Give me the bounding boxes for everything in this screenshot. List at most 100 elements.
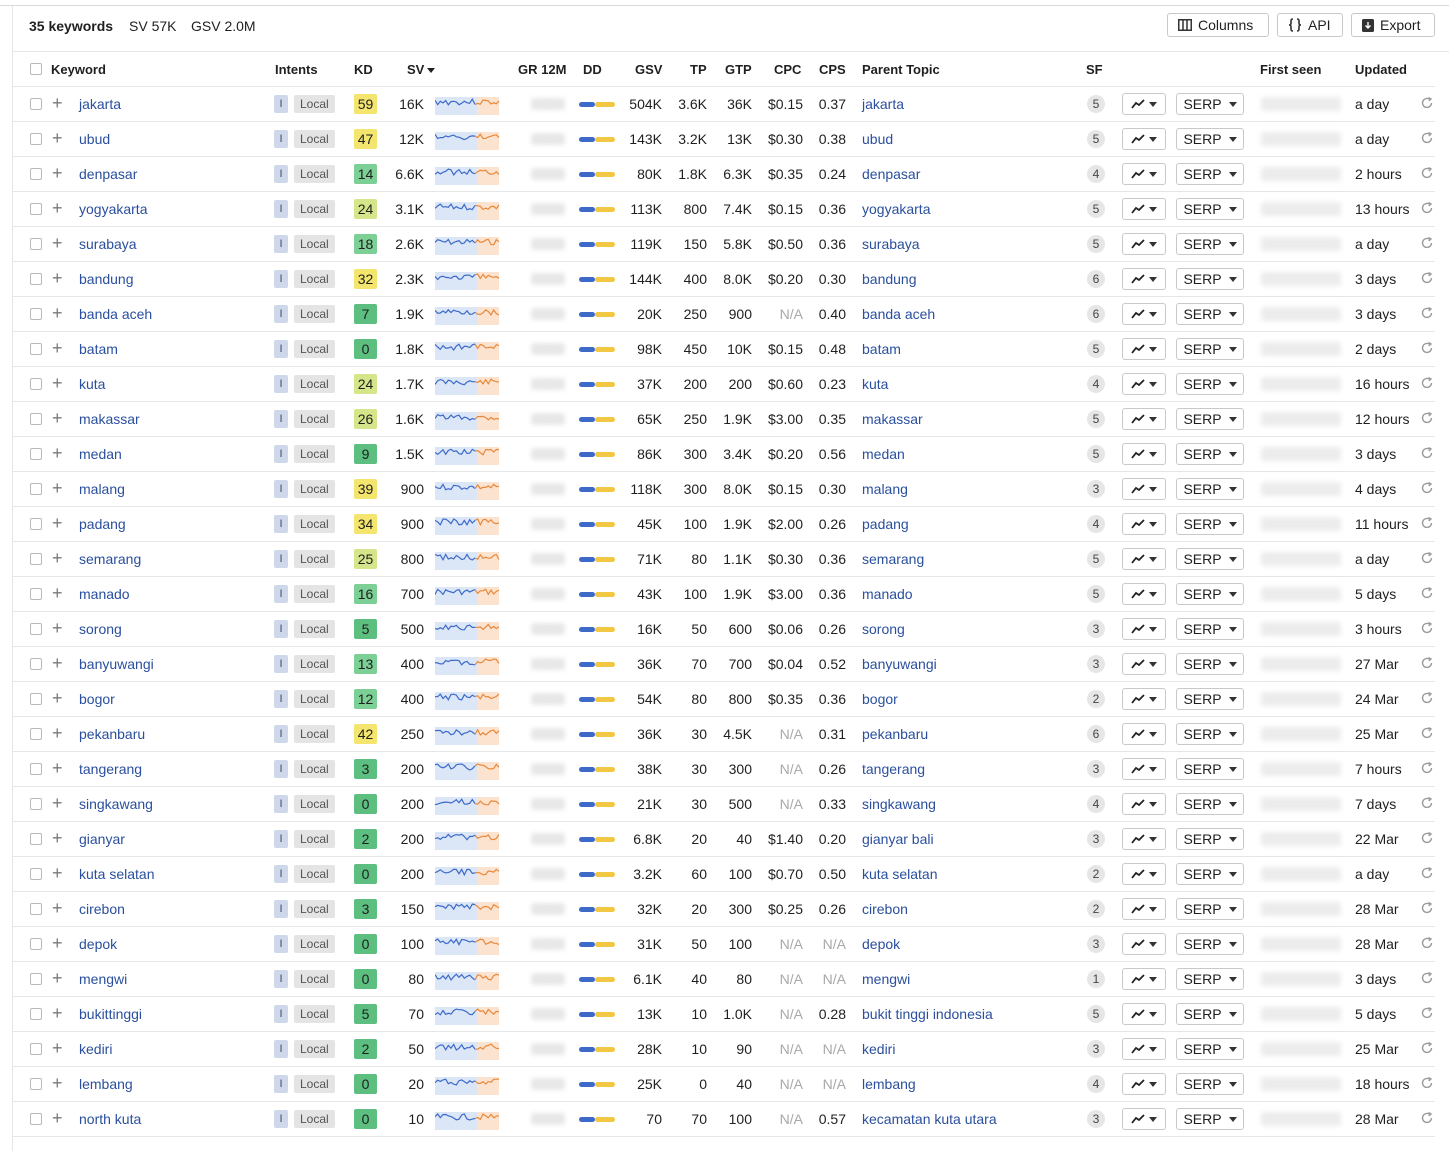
serp-dropdown-button[interactable]: SERP — [1176, 408, 1244, 430]
keyword-link[interactable]: bandung — [79, 271, 134, 287]
serp-features-count[interactable]: 5 — [1087, 550, 1105, 568]
add-to-list-icon[interactable]: + — [52, 617, 63, 639]
trend-dropdown-button[interactable] — [1122, 303, 1166, 325]
trend-dropdown-button[interactable] — [1122, 93, 1166, 115]
serp-features-count[interactable]: 3 — [1087, 935, 1105, 953]
trend-dropdown-button[interactable] — [1122, 233, 1166, 255]
trend-dropdown-button[interactable] — [1122, 828, 1166, 850]
row-checkbox[interactable] — [30, 588, 42, 600]
row-checkbox[interactable] — [30, 168, 42, 180]
serp-dropdown-button[interactable]: SERP — [1176, 128, 1244, 150]
row-checkbox[interactable] — [30, 728, 42, 740]
refresh-icon[interactable] — [1420, 131, 1434, 145]
serp-dropdown-button[interactable]: SERP — [1176, 1038, 1244, 1060]
serp-dropdown-button[interactable]: SERP — [1176, 1003, 1244, 1025]
serp-features-count[interactable]: 5 — [1087, 445, 1105, 463]
serp-dropdown-button[interactable]: SERP — [1176, 1073, 1244, 1095]
serp-features-count[interactable]: 3 — [1087, 480, 1105, 498]
row-checkbox[interactable] — [30, 973, 42, 985]
row-checkbox[interactable] — [30, 378, 42, 390]
serp-dropdown-button[interactable]: SERP — [1176, 758, 1244, 780]
parent-topic-link[interactable]: medan — [862, 446, 905, 462]
parent-topic-link[interactable]: tangerang — [862, 761, 925, 777]
api-button[interactable]: API — [1277, 13, 1343, 37]
refresh-icon[interactable] — [1420, 761, 1434, 775]
keyword-link[interactable]: cirebon — [79, 901, 125, 917]
add-to-list-icon[interactable]: + — [52, 932, 63, 954]
trend-dropdown-button[interactable] — [1122, 1003, 1166, 1025]
refresh-icon[interactable] — [1420, 271, 1434, 285]
row-checkbox[interactable] — [30, 238, 42, 250]
trend-dropdown-button[interactable] — [1122, 793, 1166, 815]
serp-features-count[interactable]: 4 — [1087, 165, 1105, 183]
trend-dropdown-button[interactable] — [1122, 583, 1166, 605]
col-first-seen[interactable]: First seen — [1260, 62, 1321, 77]
trend-dropdown-button[interactable] — [1122, 898, 1166, 920]
parent-topic-link[interactable]: cirebon — [862, 901, 908, 917]
trend-dropdown-button[interactable] — [1122, 1108, 1166, 1130]
col-cps[interactable]: CPS — [819, 62, 846, 77]
add-to-list-icon[interactable]: + — [52, 862, 63, 884]
serp-features-count[interactable]: 3 — [1087, 1040, 1105, 1058]
trend-dropdown-button[interactable] — [1122, 723, 1166, 745]
row-checkbox[interactable] — [30, 798, 42, 810]
parent-topic-link[interactable]: malang — [862, 481, 908, 497]
keyword-link[interactable]: medan — [79, 446, 122, 462]
serp-features-count[interactable]: 6 — [1087, 725, 1105, 743]
col-tp[interactable]: TP — [690, 62, 707, 77]
serp-features-count[interactable]: 2 — [1087, 690, 1105, 708]
refresh-icon[interactable] — [1420, 551, 1434, 565]
row-checkbox[interactable] — [30, 1078, 42, 1090]
refresh-icon[interactable] — [1420, 936, 1434, 950]
row-checkbox[interactable] — [30, 868, 42, 880]
trend-dropdown-button[interactable] — [1122, 198, 1166, 220]
serp-dropdown-button[interactable]: SERP — [1176, 548, 1244, 570]
col-gr[interactable]: GR 12M — [518, 62, 566, 77]
parent-topic-link[interactable]: padang — [862, 516, 909, 532]
col-gtp[interactable]: GTP — [725, 62, 752, 77]
trend-dropdown-button[interactable] — [1122, 268, 1166, 290]
parent-topic-link[interactable]: manado — [862, 586, 913, 602]
refresh-icon[interactable] — [1420, 96, 1434, 110]
keyword-link[interactable]: jakarta — [79, 96, 121, 112]
serp-features-count[interactable]: 3 — [1087, 760, 1105, 778]
keyword-link[interactable]: lembang — [79, 1076, 133, 1092]
keyword-link[interactable]: manado — [79, 586, 130, 602]
parent-topic-link[interactable]: pekanbaru — [862, 726, 928, 742]
parent-topic-link[interactable]: kuta — [862, 376, 888, 392]
col-cpc[interactable]: CPC — [774, 62, 801, 77]
parent-topic-link[interactable]: jakarta — [862, 96, 904, 112]
parent-topic-link[interactable]: lembang — [862, 1076, 916, 1092]
parent-topic-link[interactable]: kediri — [862, 1041, 895, 1057]
add-to-list-icon[interactable]: + — [52, 652, 63, 674]
col-sv[interactable]: SV — [407, 62, 436, 77]
row-checkbox[interactable] — [30, 903, 42, 915]
add-to-list-icon[interactable]: + — [52, 197, 63, 219]
keyword-link[interactable]: malang — [79, 481, 125, 497]
add-to-list-icon[interactable]: + — [52, 1002, 63, 1024]
trend-dropdown-button[interactable] — [1122, 618, 1166, 640]
keyword-link[interactable]: makassar — [79, 411, 140, 427]
serp-dropdown-button[interactable]: SERP — [1176, 723, 1244, 745]
trend-dropdown-button[interactable] — [1122, 933, 1166, 955]
serp-features-count[interactable]: 1 — [1087, 970, 1105, 988]
add-to-list-icon[interactable]: + — [52, 162, 63, 184]
refresh-icon[interactable] — [1420, 411, 1434, 425]
refresh-icon[interactable] — [1420, 1111, 1434, 1125]
export-button[interactable]: Export — [1351, 13, 1435, 37]
row-checkbox[interactable] — [30, 98, 42, 110]
serp-features-count[interactable]: 3 — [1087, 620, 1105, 638]
add-to-list-icon[interactable]: + — [52, 372, 63, 394]
keyword-link[interactable]: north kuta — [79, 1111, 141, 1127]
parent-topic-link[interactable]: kecamatan kuta utara — [862, 1111, 997, 1127]
parent-topic-link[interactable]: bandung — [862, 271, 917, 287]
serp-features-count[interactable]: 5 — [1087, 1005, 1105, 1023]
col-parent-topic[interactable]: Parent Topic — [862, 62, 940, 77]
col-kd[interactable]: KD — [354, 62, 373, 77]
trend-dropdown-button[interactable] — [1122, 163, 1166, 185]
keyword-link[interactable]: semarang — [79, 551, 141, 567]
keyword-link[interactable]: banyuwangi — [79, 656, 154, 672]
serp-dropdown-button[interactable]: SERP — [1176, 163, 1244, 185]
col-sf[interactable]: SF — [1086, 62, 1103, 77]
row-checkbox[interactable] — [30, 833, 42, 845]
